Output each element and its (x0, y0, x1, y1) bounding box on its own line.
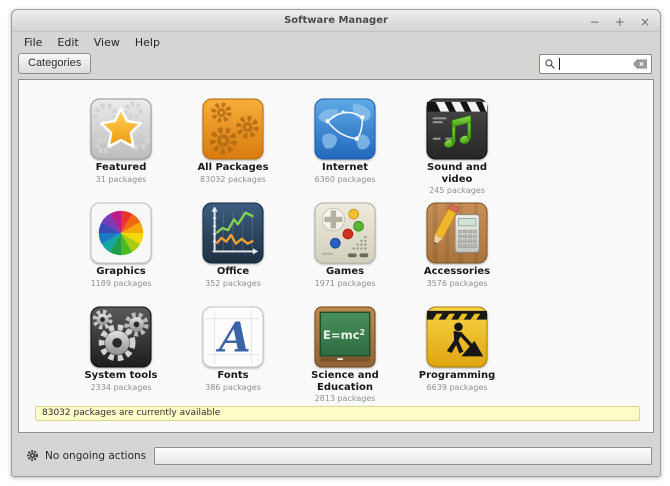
category-count: 245 packages (429, 186, 485, 195)
categories-button[interactable]: Categories (18, 53, 92, 74)
graphics-icon (90, 202, 152, 264)
category-count: 352 packages (205, 278, 261, 288)
sound-video-icon (426, 98, 488, 160)
search-input[interactable] (539, 54, 652, 74)
science-education-icon: E=mc2 (314, 306, 376, 368)
all-packages-icon (202, 98, 264, 160)
category-tile-featured[interactable]: Featured 31 packages (65, 98, 177, 202)
category-label: Fonts (217, 370, 249, 381)
category-count: 6639 packages (426, 382, 488, 392)
category-label: Games (325, 266, 365, 277)
category-label: Featured (95, 162, 147, 173)
category-tile-programming[interactable]: Programming 6639 packages (401, 306, 513, 410)
category-tile-system-tools[interactable]: System tools 2334 packages (65, 306, 177, 410)
category-label: Programming (418, 370, 496, 381)
category-label: Office (216, 266, 250, 277)
titlebar[interactable]: Software Manager − + × (12, 10, 660, 32)
menubar: File Edit View Help (12, 32, 660, 52)
games-icon (314, 202, 376, 264)
category-tile-sound-video[interactable]: Sound and video 245 packages (401, 98, 513, 202)
category-count: 386 packages (205, 382, 261, 392)
category-tile-accessories[interactable]: Accessories 3576 packages (401, 202, 513, 306)
category-label: Internet (321, 162, 368, 173)
category-count: 6360 packages (314, 174, 376, 184)
category-count: 83032 packages (200, 174, 266, 184)
office-icon (202, 202, 264, 264)
category-tile-fonts[interactable]: A Fonts 386 packages (177, 306, 289, 410)
search-icon (545, 59, 555, 69)
programming-icon (426, 306, 488, 368)
window-title: Software Manager (284, 15, 388, 26)
accessories-icon (426, 202, 488, 264)
categories-view: Featured 31 packages All Packages 83032 … (18, 79, 654, 433)
category-tile-all-packages[interactable]: All Packages 83032 packages (177, 98, 289, 202)
toolbar: Categories (12, 52, 660, 80)
category-label: Sound and video (427, 162, 487, 185)
category-count: 3576 packages (426, 278, 488, 288)
category-grid: Featured 31 packages All Packages 83032 … (19, 80, 653, 410)
menu-help[interactable]: Help (135, 36, 160, 49)
category-tile-office[interactable]: Office 352 packages (177, 202, 289, 306)
info-bar: 83032 packages are currently available (35, 406, 640, 421)
category-label: System tools (84, 370, 158, 381)
text-caret (559, 58, 560, 70)
clear-icon[interactable] (633, 59, 647, 69)
status-bar: No ongoing actions (18, 443, 652, 468)
window-controls: − + × (580, 10, 650, 32)
status-text: No ongoing actions (45, 449, 147, 462)
category-tile-internet[interactable]: Internet 6360 packages (289, 98, 401, 202)
close-button[interactable]: × (640, 12, 650, 33)
svg-text:E=mc2: E=mc2 (323, 328, 365, 342)
category-count: 1189 packages (90, 278, 152, 288)
category-count: 2813 packages (314, 394, 376, 403)
software-manager-window: Software Manager − + × File Edit View He… (11, 9, 661, 477)
category-count: 2334 packages (90, 382, 152, 392)
system-tools-icon (90, 306, 152, 368)
category-tile-games[interactable]: Games 1971 packages (289, 202, 401, 306)
internet-icon (314, 98, 376, 160)
gear-icon (26, 449, 39, 462)
featured-icon (90, 98, 152, 160)
menu-file[interactable]: File (24, 36, 42, 49)
minimize-button[interactable]: − (590, 12, 600, 33)
menu-view[interactable]: View (94, 36, 120, 49)
progress-bar (154, 446, 652, 465)
category-label: All Packages (197, 162, 269, 173)
svg-text:A: A (215, 314, 251, 362)
category-count: 31 packages (95, 174, 147, 184)
category-label: Graphics (96, 266, 146, 277)
category-label: Accessories (423, 266, 491, 277)
menu-edit[interactable]: Edit (57, 36, 78, 49)
category-count: 1971 packages (314, 278, 376, 288)
fonts-icon: A (202, 306, 264, 368)
maximize-button[interactable]: + (615, 12, 625, 33)
category-label: Science and Education (311, 370, 379, 393)
category-tile-graphics[interactable]: Graphics 1189 packages (65, 202, 177, 306)
category-tile-science-education[interactable]: E=mc2 Science and Education 2813 package… (289, 306, 401, 410)
